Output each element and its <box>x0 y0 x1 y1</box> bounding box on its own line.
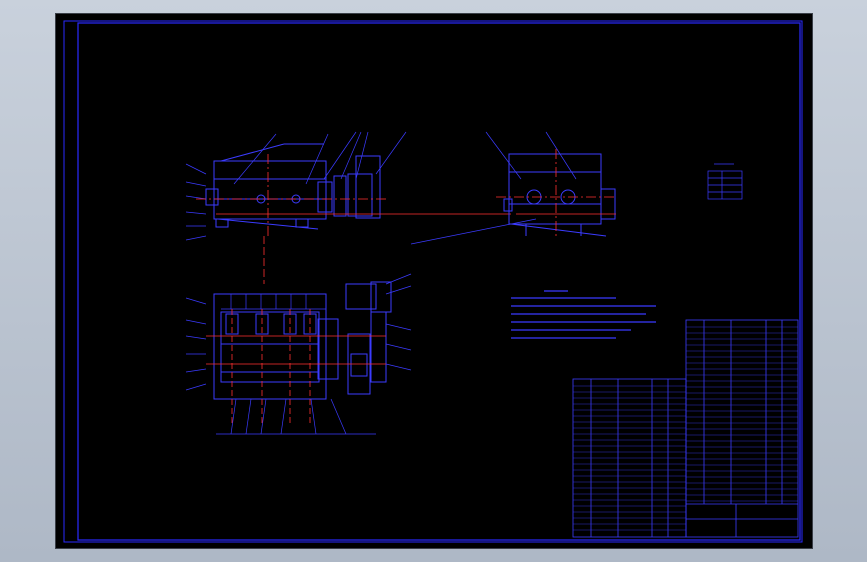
front-view <box>205 143 381 230</box>
cad-viewport[interactable] <box>56 14 812 548</box>
side-view-centerlines <box>496 149 616 239</box>
side-view <box>503 153 616 237</box>
outer-frame <box>63 20 803 543</box>
inner-frame <box>77 22 801 541</box>
technical-notes <box>511 290 656 339</box>
plan-view <box>213 281 392 400</box>
parts-list <box>572 319 799 538</box>
parts-list-rows <box>573 326 798 531</box>
parameter-table <box>707 163 743 200</box>
engineering-drawing <box>63 20 803 543</box>
plan-view-dims <box>185 273 412 435</box>
side-view-leaders <box>410 131 577 245</box>
